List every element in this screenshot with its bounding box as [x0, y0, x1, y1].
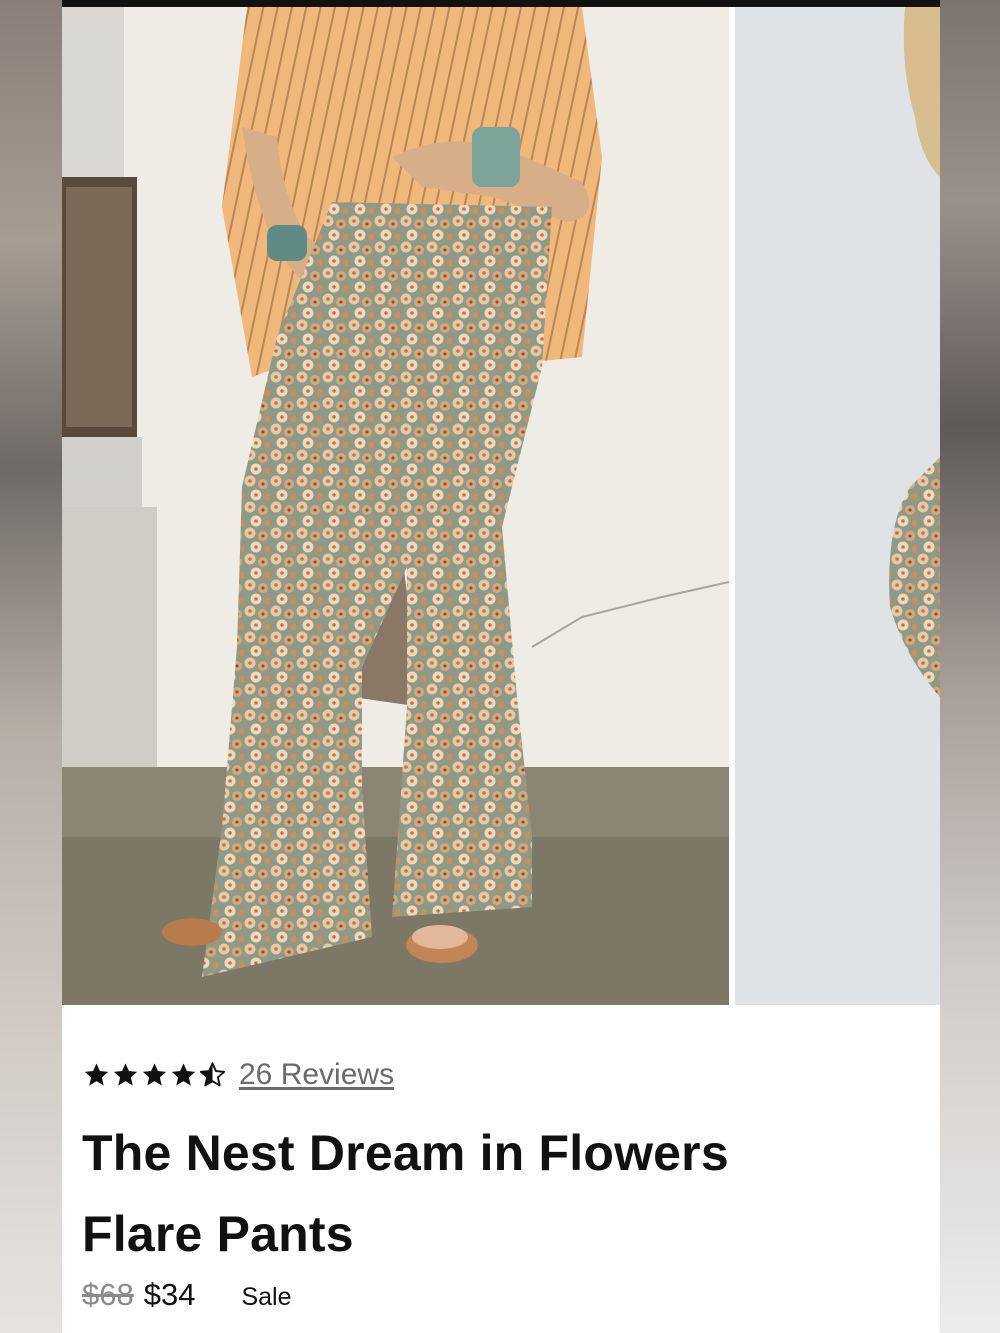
star-rating: [82, 1061, 227, 1089]
sale-price: $34: [143, 1277, 196, 1312]
sale-badge: Sale: [241, 1283, 292, 1311]
star-filled-icon: [84, 1063, 109, 1086]
blurred-backdrop-right: [940, 0, 1000, 1333]
product-title: The Nest Dream in Flowers Flare Pants: [82, 1113, 922, 1275]
rating-row: 26 Reviews: [82, 1057, 922, 1093]
star-filled-icon: [171, 1063, 196, 1086]
image-gallery[interactable]: [62, 7, 940, 1005]
reviews-link[interactable]: 26 Reviews: [239, 1058, 394, 1092]
product-title-line-1: The Nest Dream in Flowers: [82, 1125, 729, 1181]
product-image-next[interactable]: [735, 7, 940, 1005]
star-filled-icon: [113, 1063, 138, 1086]
product-image-main[interactable]: [62, 7, 729, 1005]
product-title-line-2: Flare Pants: [82, 1206, 354, 1262]
product-info: 26 Reviews The Nest Dream in Flowers Fla…: [82, 1057, 922, 1313]
product-card: 26 Reviews The Nest Dream in Flowers Fla…: [62, 7, 940, 1333]
price-row: $68 $34 Sale: [82, 1277, 922, 1313]
original-price: $68: [82, 1277, 134, 1312]
blurred-backdrop-left: [0, 0, 62, 1333]
top-bar: [62, 0, 940, 7]
star-half-icon: [199, 1062, 226, 1087]
star-filled-icon: [142, 1063, 167, 1086]
